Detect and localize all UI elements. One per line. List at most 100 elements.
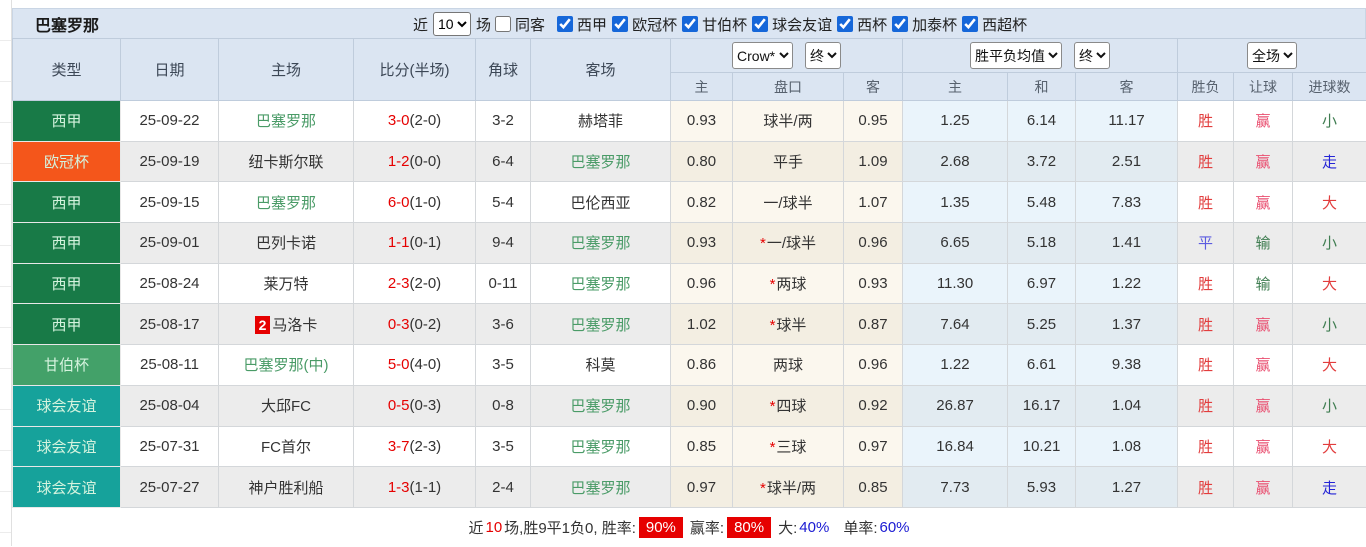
red-card-badge: 2 bbox=[255, 316, 271, 334]
odds-provider-select[interactable]: Crow* bbox=[732, 42, 793, 69]
avg-draw-cell: 5.18 bbox=[1008, 223, 1076, 264]
team-title: 巴塞罗那 bbox=[35, 12, 99, 36]
match-row: 球会友谊25-07-31FC首尔3-7(2-3)3-5巴塞罗那0.85*三球0.… bbox=[13, 426, 1366, 467]
avg-metric-select[interactable]: 胜平负均值 bbox=[970, 42, 1062, 69]
match-row: 西甲25-08-172马洛卡0-3(0-2)3-6巴塞罗那1.02*球半0.87… bbox=[13, 304, 1366, 345]
avg-home-cell: 1.35 bbox=[903, 182, 1008, 223]
sub-header-avg-draw: 和 bbox=[1008, 73, 1076, 101]
avg-home-cell: 11.30 bbox=[903, 263, 1008, 304]
league-filter-3: 球会友谊 bbox=[748, 14, 832, 35]
away-team-name: 巴伦西亚 bbox=[570, 195, 630, 212]
sub-header-avg-home: 主 bbox=[903, 73, 1008, 101]
home-team-cell: 巴塞罗那 bbox=[219, 182, 354, 223]
league-checkbox-5[interactable] bbox=[892, 16, 908, 32]
home-team-name: 巴塞罗那 bbox=[256, 113, 316, 130]
odds-time-select[interactable]: 终 bbox=[805, 42, 841, 69]
team-recent-matches-panel: 巴塞罗那 近 10 场 同客 西甲欧冠杯甘伯杯球会友谊西杯加泰杯西超杯 类型 日… bbox=[12, 8, 1366, 547]
match-type-cell: 西甲 bbox=[13, 304, 121, 345]
full-time-score: 0-5 bbox=[388, 397, 410, 414]
handicap-line-cell: *两球 bbox=[733, 263, 844, 304]
sub-header-goals-result: 进球数 bbox=[1293, 73, 1366, 101]
handicap-line-text: 平手 bbox=[773, 154, 803, 171]
avg-home-cell: 7.64 bbox=[903, 304, 1008, 345]
avg-draw-cell: 5.25 bbox=[1008, 304, 1076, 345]
result-handicap-cell: 赢 bbox=[1234, 467, 1293, 508]
half-time-score: (1-0) bbox=[410, 194, 442, 211]
result-outcome-cell: 胜 bbox=[1178, 263, 1234, 304]
result-goals-cell: 小 bbox=[1293, 385, 1366, 426]
away-team-name: 巴塞罗那 bbox=[570, 154, 630, 171]
home-team-name: 神户胜利船 bbox=[248, 480, 323, 497]
handicap-line-cell: 球半/两 bbox=[733, 101, 844, 142]
result-handicap-cell: 赢 bbox=[1234, 345, 1293, 386]
away-team-cell: 巴塞罗那 bbox=[531, 385, 671, 426]
same-away-checkbox[interactable] bbox=[495, 16, 511, 32]
league-checkbox-0[interactable] bbox=[557, 16, 573, 32]
result-goals-cell: 大 bbox=[1293, 182, 1366, 223]
league-filter-1: 欧冠杯 bbox=[608, 14, 677, 35]
result-outcome-cell: 胜 bbox=[1178, 385, 1234, 426]
result-outcome-cell: 胜 bbox=[1178, 345, 1234, 386]
match-row: 欧冠杯25-09-19纽卡斯尔联1-2(0-0)6-4巴塞罗那0.80平手1.0… bbox=[13, 141, 1366, 182]
match-date-cell: 25-08-24 bbox=[121, 263, 219, 304]
score-cell: 1-2(0-0) bbox=[354, 141, 476, 182]
home-team-cell: 巴塞罗那 bbox=[219, 101, 354, 142]
corner-cell: 9-4 bbox=[476, 223, 531, 264]
league-toggle-group: 西甲欧冠杯甘伯杯球会友谊西杯加泰杯西超杯 bbox=[553, 14, 1028, 35]
match-date-cell: 25-08-11 bbox=[121, 345, 219, 386]
recent-matches-table: 类型 日期 主场 比分(半场) 角球 客场 Crow* 终 胜平负均值 bbox=[12, 38, 1366, 508]
score-cell: 2-3(2-0) bbox=[354, 263, 476, 304]
matches-label: 场 bbox=[476, 14, 491, 35]
odds-away-cell: 0.87 bbox=[844, 304, 903, 345]
result-goals-cell: 大 bbox=[1293, 263, 1366, 304]
single-rate-value: 60% bbox=[879, 519, 909, 536]
avg-time-select[interactable]: 终 bbox=[1074, 42, 1110, 69]
col-header-score: 比分(半场) bbox=[354, 39, 476, 101]
corner-cell: 3-2 bbox=[476, 101, 531, 142]
league-label: 甘伯杯 bbox=[702, 14, 747, 35]
scope-select[interactable]: 全场 bbox=[1247, 42, 1297, 69]
result-handicap-cell: 赢 bbox=[1234, 141, 1293, 182]
league-checkbox-6[interactable] bbox=[962, 16, 978, 32]
handicap-line-cell: *一/球半 bbox=[733, 223, 844, 264]
league-checkbox-4[interactable] bbox=[837, 16, 853, 32]
sub-header-handicap-line: 盘口 bbox=[733, 73, 844, 101]
same-away-label: 同客 bbox=[515, 14, 545, 35]
col-header-away: 客场 bbox=[531, 39, 671, 101]
single-rate-label: 单率: bbox=[843, 517, 877, 538]
avg-draw-cell: 6.14 bbox=[1008, 101, 1076, 142]
match-row: 球会友谊25-07-27神户胜利船1-3(1-1)2-4巴塞罗那0.97*球半/… bbox=[13, 467, 1366, 508]
handicap-line-text: 两球 bbox=[773, 357, 803, 374]
away-team-cell: 巴塞罗那 bbox=[531, 304, 671, 345]
handicap-line-cell: *四球 bbox=[733, 385, 844, 426]
league-checkbox-2[interactable] bbox=[682, 16, 698, 32]
odds-away-cell: 0.95 bbox=[844, 101, 903, 142]
corner-cell: 3-5 bbox=[476, 345, 531, 386]
odds-away-cell: 0.97 bbox=[844, 426, 903, 467]
summary-count: 10 bbox=[485, 519, 502, 536]
result-goals-cell: 走 bbox=[1293, 467, 1366, 508]
avg-home-cell: 2.68 bbox=[903, 141, 1008, 182]
odds-home-cell: 0.80 bbox=[671, 141, 733, 182]
col-header-corner: 角球 bbox=[476, 39, 531, 101]
result-handicap-cell: 输 bbox=[1234, 223, 1293, 264]
summary-bar: 近10场,胜9平1负0, 胜率:90%赢率:80%大:40%单率:60% bbox=[12, 508, 1366, 547]
league-checkbox-1[interactable] bbox=[612, 16, 628, 32]
corner-cell: 2-4 bbox=[476, 467, 531, 508]
home-team-cell: FC首尔 bbox=[219, 426, 354, 467]
odds-home-cell: 0.97 bbox=[671, 467, 733, 508]
away-team-name: 巴塞罗那 bbox=[570, 276, 630, 293]
league-checkbox-3[interactable] bbox=[752, 16, 768, 32]
match-date-cell: 25-09-15 bbox=[121, 182, 219, 223]
handicap-line-text: 球半/两 bbox=[763, 113, 812, 130]
recent-count-select[interactable]: 10 bbox=[433, 12, 471, 36]
match-date-cell: 25-09-22 bbox=[121, 101, 219, 142]
match-row: 西甲25-09-01巴列卡诺1-1(0-1)9-4巴塞罗那0.93*一/球半0.… bbox=[13, 223, 1366, 264]
avg-away-cell: 1.08 bbox=[1076, 426, 1178, 467]
avg-draw-cell: 6.97 bbox=[1008, 263, 1076, 304]
handicap-line-cell: 一/球半 bbox=[733, 182, 844, 223]
score-cell: 5-0(4-0) bbox=[354, 345, 476, 386]
home-team-name: 莱万特 bbox=[263, 276, 308, 293]
avg-draw-cell: 6.61 bbox=[1008, 345, 1076, 386]
full-time-score: 0-3 bbox=[388, 316, 410, 333]
